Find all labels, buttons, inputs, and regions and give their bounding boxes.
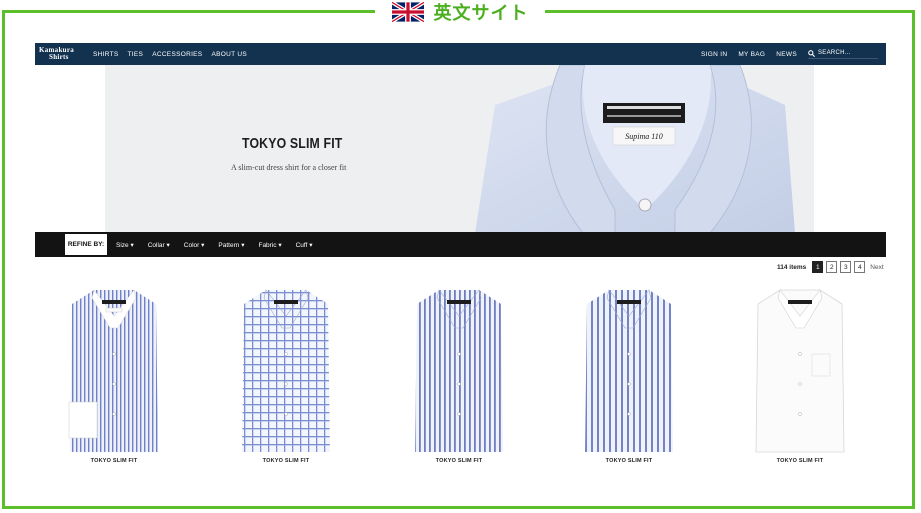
filter-bar: REFINE BY: Size ▾ Collar ▾ Color ▾ Patte… [35,232,886,257]
shirt-image [755,289,845,453]
product-name[interactable]: TOKYO SLIM FIT [64,458,164,464]
nav-link-shirts[interactable]: SHIRTS [93,51,119,58]
page-3-button[interactable]: 3 [840,261,852,273]
refine-by-label: REFINE BY: [65,234,107,255]
frame-header: 英文サイト [375,0,545,24]
filter-pattern-dropdown[interactable]: Pattern ▾ [218,241,244,249]
uk-flag-icon [391,2,424,22]
filter-size-dropdown[interactable]: Size ▾ [116,241,134,249]
product-name[interactable]: TOKYO SLIM FIT [409,458,509,464]
product-name[interactable]: TOKYO SLIM FIT [236,458,336,464]
search-icon [808,49,815,57]
filter-fabric-dropdown[interactable]: Fabric ▾ [258,241,281,249]
sign-in-link[interactable]: SIGN IN [701,51,727,58]
shirt-image [415,289,503,452]
product-name[interactable]: TOKYO SLIM FIT [579,458,679,464]
folded-shirt-image: Supima 110 [475,65,795,233]
top-navbar: Kamakura Shirts SHIRTS TIES ACCESSORIES … [35,43,886,65]
search-input[interactable]: Search... [808,49,878,59]
news-link[interactable]: NEWS [776,51,797,58]
hero-title: TOKYO SLIM FIT [242,135,343,152]
pagination: 114 items 1 2 3 4 Next [777,261,884,273]
filter-collar-dropdown[interactable]: Collar ▾ [148,241,170,249]
main-nav: SHIRTS TIES ACCESSORIES ABOUT US [93,51,247,58]
search-placeholder: Search... [818,50,851,56]
hero-banner: TOKYO SLIM FIT A slim-cut dress shirt fo… [105,65,814,233]
shirt-image [242,289,330,452]
product-card[interactable]: TOKYO SLIM FIT [750,284,850,472]
my-bag-link[interactable]: MY BAG [738,51,765,58]
filter-color-dropdown[interactable]: Color ▾ [184,241,205,249]
page-4-button[interactable]: 4 [854,261,866,273]
shirt-image [68,289,158,452]
product-card[interactable]: TOKYO SLIM FIT [236,284,336,472]
shirt-label-text: Supima 110 [625,132,662,141]
product-card[interactable]: TOKYO SLIM FIT [579,284,679,472]
product-name[interactable]: TOKYO SLIM FIT [750,458,850,464]
shirt-image [585,289,673,452]
nav-link-accessories[interactable]: ACCESSORIES [152,51,202,58]
hero-subtitle: A slim-cut dress shirt for a closer fit [231,163,347,172]
product-card[interactable]: TOKYO SLIM FIT [409,284,509,472]
page-1-button[interactable]: 1 [812,261,824,273]
nav-link-ties[interactable]: TIES [128,51,144,58]
next-page-link[interactable]: Next [870,264,883,271]
frame-title: 英文サイト [433,3,529,24]
page-2-button[interactable]: 2 [826,261,838,273]
nav-link-about-us[interactable]: ABOUT US [211,51,247,58]
account-nav: SIGN IN MY BAG NEWS Search... [701,49,878,59]
brand-logo[interactable]: Kamakura Shirts [39,47,83,61]
filter-cuff-dropdown[interactable]: Cuff ▾ [296,241,313,249]
product-card[interactable]: TOKYO SLIM FIT [64,284,164,472]
item-count: 114 items [777,263,807,271]
